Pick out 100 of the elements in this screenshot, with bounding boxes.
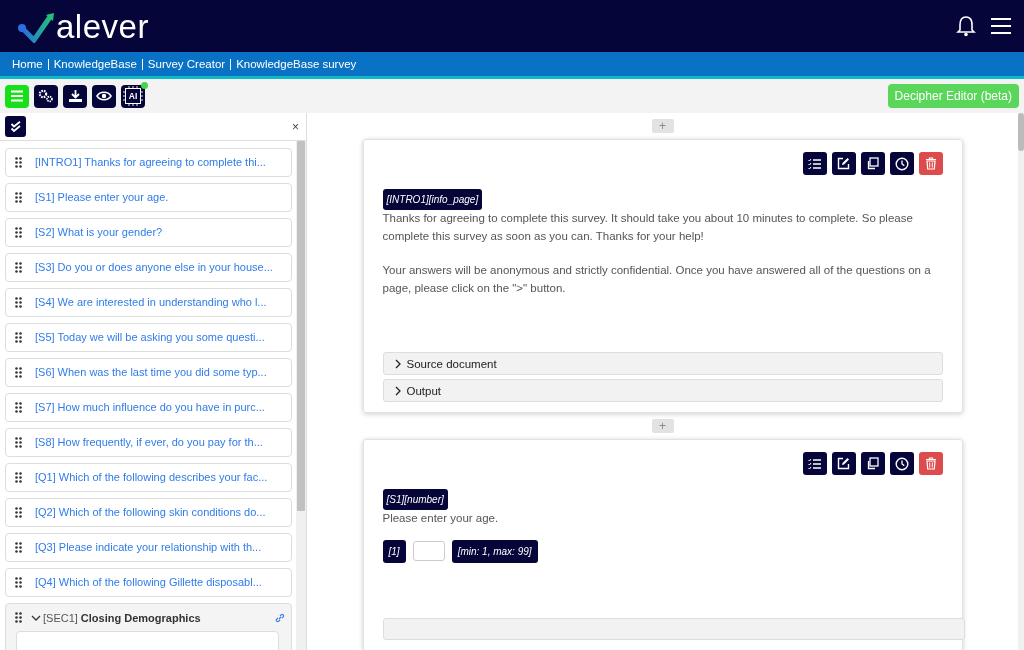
question-list-item[interactable]: [S2] What is your gender? [5, 218, 292, 247]
add-question-button[interactable]: + [651, 119, 674, 133]
clock-icon [894, 456, 909, 471]
question-title: [S7] How much influence do you have in purc... [35, 401, 265, 414]
scrollbar[interactable] [296, 141, 306, 650]
question-title: [INTRO1] Thanks for agreeing to complete thi... [35, 156, 266, 169]
options-button[interactable] [802, 452, 827, 475]
copy-button[interactable] [860, 152, 885, 175]
menu-icon[interactable] [990, 17, 1012, 35]
question-text: Your answers will be anonymous and strictly confidential. Once you have answered all of the questions on a page, please click on the ">" button. [382, 263, 932, 296]
double-check-icon [9, 120, 22, 133]
section-title: Closing Demographics [80, 611, 202, 624]
scrollbar[interactable] [1018, 113, 1024, 650]
question-list-item[interactable]: [Q4] Which of the following Gillette disposabl... [5, 568, 292, 597]
breadcrumb-link[interactable]: KnowledgeBase [53, 58, 137, 70]
drag-handle-icon[interactable] [15, 577, 22, 588]
edit-icon [837, 157, 850, 170]
question-list-item[interactable]: [S3] Do you or does anyone else in your house... [5, 253, 292, 282]
drag-handle-icon[interactable] [15, 367, 22, 378]
question-list-item[interactable]: [S1] Please enter your age. [5, 183, 292, 212]
drag-handle-icon[interactable] [15, 262, 22, 273]
drag-handle-icon[interactable] [15, 297, 22, 308]
logo-text: alever [56, 9, 149, 43]
copy-icon [866, 157, 879, 170]
question-text: Thanks for agreeing to complete this survey. It should take you about 10 minutes to complete. So please complete this survey as soon as you can. Thanks for your help! [382, 211, 914, 244]
copy-button[interactable] [860, 452, 885, 475]
copy-icon [866, 457, 879, 470]
edit-button[interactable] [831, 452, 856, 475]
options-button[interactable] [802, 152, 827, 175]
question-list-item[interactable]: [S6] When was the last time you did some typ... [5, 358, 292, 387]
edit-icon [837, 457, 850, 470]
history-button[interactable] [889, 152, 914, 175]
question-title: [Q3] Please indicate your relationship with th... [35, 541, 262, 554]
checklist-icon [807, 157, 822, 170]
section-code: [SEC1] [43, 611, 78, 624]
question-title: [S1] Please enter your age. [35, 191, 169, 204]
question-text: Please enter your age. [382, 511, 500, 526]
question-title: [Q4] Which of the following Gillette disposabl... [35, 576, 262, 589]
drag-handle-icon[interactable] [15, 332, 22, 343]
question-title: [S8] How frequently, if ever, do you pay for th... [35, 436, 263, 449]
question-title: [S4] We are interested in understanding who l... [35, 296, 267, 309]
trash-icon [924, 157, 937, 170]
settings-tool-button[interactable] [34, 84, 58, 108]
question-title: [S2] What is your gender? [35, 226, 163, 239]
question-tag: [S1][number] [382, 489, 448, 510]
section-list-item[interactable]: [SEC1] Closing Demographics [5, 603, 292, 650]
drag-handle-icon[interactable] [15, 227, 22, 238]
add-question-button[interactable]: + [651, 419, 674, 433]
clock-icon [894, 156, 909, 171]
question-title: [S6] When was the last time you did some typ... [35, 366, 267, 379]
link-icon[interactable] [275, 612, 285, 623]
edit-button[interactable] [831, 152, 856, 175]
drag-handle-icon[interactable] [15, 472, 22, 483]
delete-button[interactable] [918, 452, 943, 475]
collapsible-panel[interactable]: Output [382, 379, 943, 402]
breadcrumb-link[interactable]: KnowledgeBase survey [236, 58, 357, 70]
question-list-item[interactable]: [S7] How much influence do you have in purc... [5, 393, 292, 422]
history-button[interactable] [889, 452, 914, 475]
checklist-icon [807, 457, 822, 470]
menu-icon [10, 90, 24, 102]
trash-icon [924, 457, 937, 470]
ai-tool-button[interactable]: AI [121, 84, 145, 108]
delete-button[interactable] [918, 152, 943, 175]
range-tag: [min: 1, max: 99] [451, 539, 538, 563]
question-list-item[interactable]: [S4] We are interested in understanding who l... [5, 288, 292, 317]
question-title: [Q1] Which of the following describes your fac... [35, 471, 268, 484]
question-tag: [INTRO1][info_page] [382, 189, 483, 210]
scrollbar-thumb[interactable] [1018, 113, 1024, 151]
question-list-item[interactable]: [INTRO1] Thanks for agreeing to complete thi... [5, 148, 292, 177]
question-title: [Q2] Which of the following skin conditions do... [35, 506, 266, 519]
gears-icon [38, 89, 54, 103]
drag-handle-icon[interactable] [15, 192, 22, 203]
collapsible-panel[interactable]: Source document [382, 352, 943, 375]
close-button[interactable]: × [290, 119, 301, 134]
question-list-item[interactable]: [Q1] Which of the following describes your fac... [5, 463, 292, 492]
scrollbar-thumb[interactable] [297, 141, 305, 511]
drag-handle-icon[interactable] [15, 507, 22, 518]
preview-tool-button[interactable] [92, 84, 116, 108]
chevron-right-icon [393, 358, 402, 369]
answer-index-tag: [1] [382, 539, 406, 563]
breadcrumb-link[interactable]: Survey Creator [147, 58, 226, 70]
drag-handle-icon[interactable] [15, 157, 22, 168]
question-list-item[interactable]: [Q3] Please indicate your relationship with th... [5, 533, 292, 562]
drag-handle-icon[interactable] [15, 402, 22, 413]
bell-icon[interactable] [956, 15, 976, 37]
chevron-right-icon [393, 385, 402, 396]
question-title: [S3] Do you or does anyone else in your house... [35, 261, 273, 274]
eye-icon [96, 90, 112, 102]
breadcrumb-link[interactable]: Home [12, 58, 43, 70]
question-title: [S5] Today we will be asking you some questi... [35, 331, 265, 344]
number-input-field[interactable] [412, 541, 445, 561]
drag-handle-icon[interactable] [15, 542, 22, 553]
question-list-item[interactable]: [S8] How frequently, if ever, do you pay for th... [5, 428, 292, 457]
question-list-item[interactable]: [S5] Today we will be asking you some questi... [5, 323, 292, 352]
drag-handle-icon[interactable] [15, 437, 22, 448]
download-icon [67, 89, 83, 103]
check-all-button[interactable] [5, 116, 26, 137]
download-tool-button[interactable] [63, 84, 87, 108]
question-list-item[interactable]: [Q2] Which of the following skin conditions do... [5, 498, 292, 527]
drag-handle-icon[interactable] [15, 612, 22, 623]
